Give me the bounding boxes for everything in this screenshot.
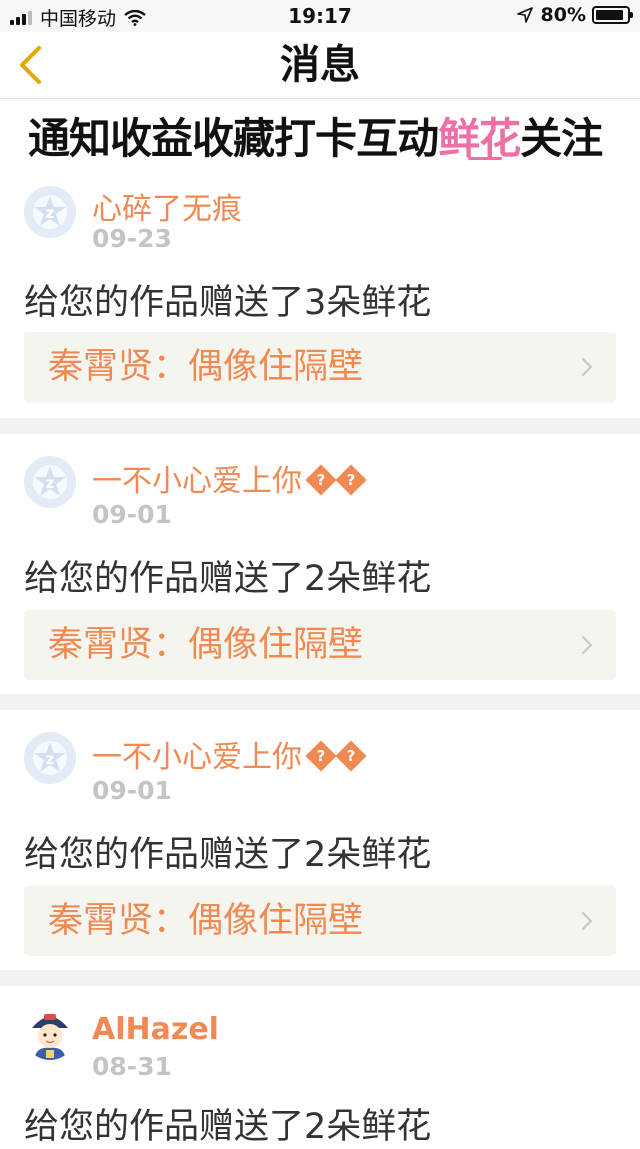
battery-icon (592, 6, 633, 24)
avatar[interactable]: z (24, 456, 76, 508)
username[interactable]: 一不小心爱上你?? (92, 456, 367, 500)
battery-percentage: 80% (540, 4, 586, 26)
username[interactable]: 心碎了无痕 (92, 184, 242, 228)
message-text: 给您的作品赠送了2朵鲜花 (24, 1107, 432, 1147)
message-card: AlHazel 08-31 给您的作品赠送了2朵鲜花 (0, 986, 640, 1147)
work-title: 秦霄贤：偶像住隔壁 (48, 901, 364, 941)
card-divider (0, 694, 640, 710)
unknown-glyph-icon: ? (335, 463, 367, 496)
tab-earnings[interactable]: 收益 (110, 105, 193, 165)
avatar[interactable]: z (24, 186, 76, 238)
unknown-glyph-icon: ? (335, 739, 367, 772)
chevron-right-icon (581, 635, 593, 655)
message-text: 给您的作品赠送了2朵鲜花 (24, 835, 432, 875)
message-date: 08-31 (92, 1052, 172, 1081)
message-date: 09-01 (92, 776, 172, 805)
svg-text:z: z (46, 750, 55, 768)
avatar[interactable] (24, 1008, 76, 1060)
tab-flowers[interactable]: 鲜花 (438, 105, 521, 165)
status-bar: 中国移动 19:17 80% (0, 0, 640, 32)
location-arrow-icon (516, 7, 533, 23)
card-divider (0, 418, 640, 434)
work-link[interactable]: 秦霄贤：偶像住隔壁 (24, 886, 616, 956)
message-date: 09-23 (92, 224, 172, 253)
message-text: 给您的作品赠送了3朵鲜花 (24, 283, 432, 323)
svg-text:z: z (46, 204, 55, 222)
username[interactable]: 一不小心爱上你?? (92, 732, 367, 776)
tab-interactions[interactable]: 互动 (356, 105, 439, 165)
tab-favorites[interactable]: 收藏 (192, 105, 275, 165)
default-avatar-icon: z (24, 732, 76, 784)
chevron-right-icon (581, 357, 593, 377)
chevron-right-icon (581, 911, 593, 931)
message-text: 给您的作品赠送了2朵鲜花 (24, 559, 432, 599)
tab-notifications[interactable]: 通知 (28, 105, 111, 165)
status-right: 80% (516, 4, 633, 26)
navigation-bar: 消息 (0, 32, 640, 99)
tab-row: 通知 收益 收藏 打卡 互动 鲜花 关注 (28, 105, 603, 165)
active-tab-indicator (468, 157, 503, 160)
default-avatar-icon: z (24, 456, 76, 508)
work-title: 秦霄贤：偶像住隔壁 (48, 347, 364, 387)
default-avatar-icon: z (24, 186, 76, 238)
tab-flowers-label: 鲜花 (438, 114, 521, 163)
cartoon-avatar-icon (32, 1014, 68, 1060)
tab-checkin[interactable]: 打卡 (274, 105, 357, 165)
message-card: z 一不小心爱上你?? 09-01 给您的作品赠送了2朵鲜花 秦霄贤：偶像住隔壁 (0, 434, 640, 694)
svg-text:z: z (46, 474, 55, 492)
card-divider (0, 970, 640, 986)
avatar[interactable]: z (24, 732, 76, 784)
unknown-glyph-icon: ? (305, 463, 337, 496)
work-link[interactable]: 秦霄贤：偶像住隔壁 (24, 332, 616, 402)
work-title: 秦霄贤：偶像住隔壁 (48, 625, 364, 665)
message-card: z 一不小心爱上你?? 09-01 给您的作品赠送了2朵鲜花 秦霄贤：偶像住隔壁 (0, 710, 640, 970)
username-text: 一不小心爱上你 (92, 740, 302, 775)
work-link[interactable]: 秦霄贤：偶像住隔壁 (24, 610, 616, 680)
message-card: z 心碎了无痕 09-23 给您的作品赠送了3朵鲜花 秦霄贤：偶像住隔壁 (0, 166, 640, 418)
message-category-tabs: 通知 收益 收藏 打卡 互动 鲜花 关注 (0, 99, 640, 165)
unknown-glyph-icon: ? (305, 739, 337, 772)
username-text: 一不小心爱上你 (92, 464, 302, 499)
tab-following[interactable]: 关注 (520, 105, 603, 165)
page-title: 消息 (280, 42, 360, 88)
username[interactable]: AlHazel (92, 1012, 219, 1047)
message-date: 09-01 (92, 500, 172, 529)
